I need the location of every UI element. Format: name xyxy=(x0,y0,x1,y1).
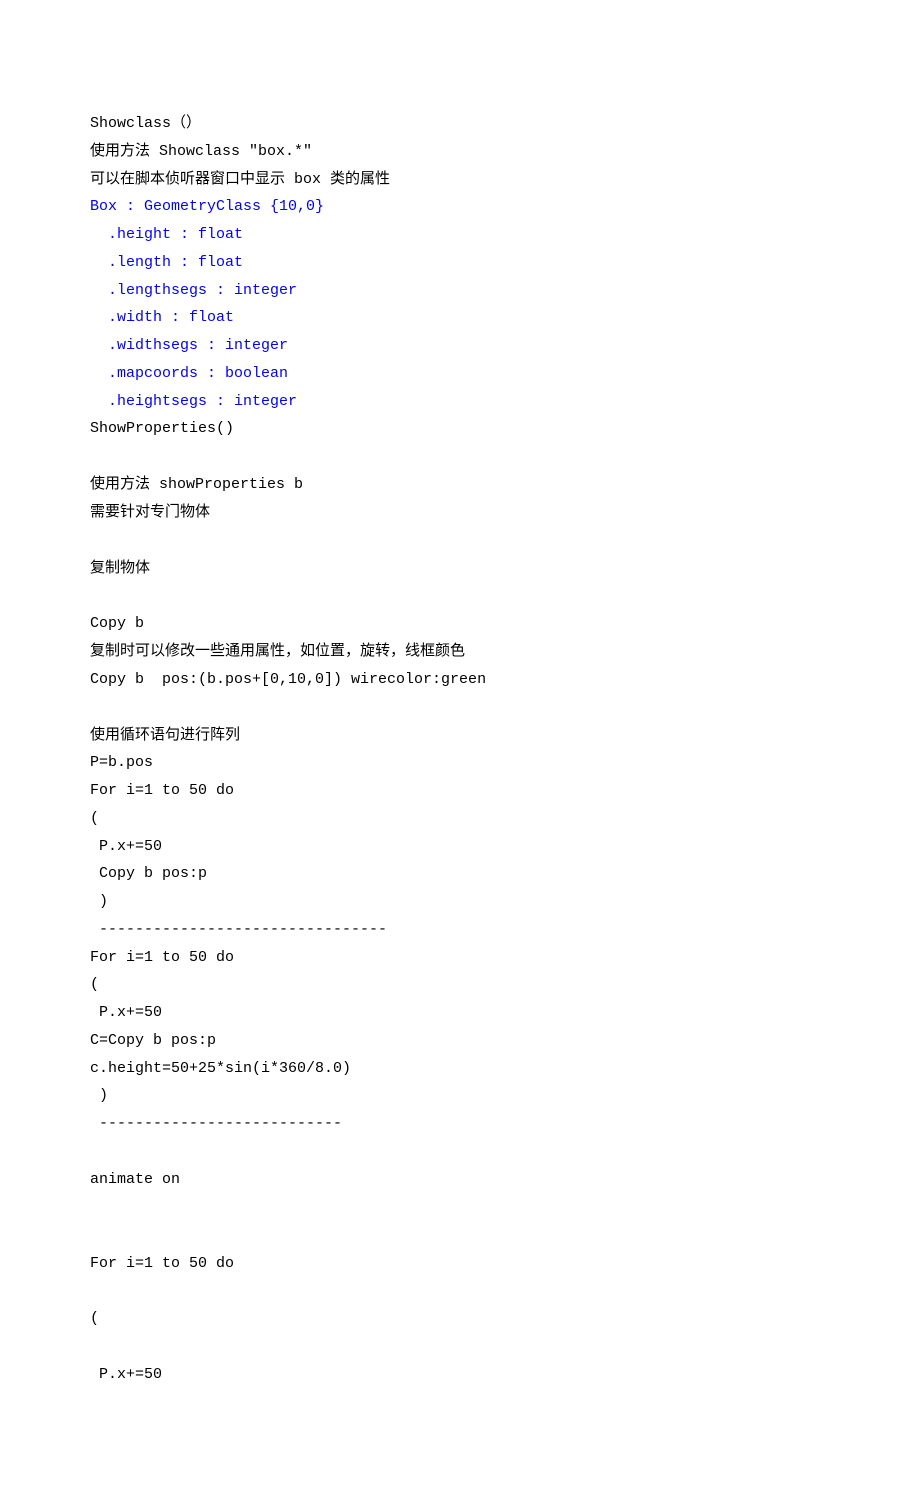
code-line: animate on xyxy=(90,1166,830,1194)
blank-line xyxy=(90,443,830,471)
code-line: P.x+=50 xyxy=(90,999,830,1027)
code-line: ) xyxy=(90,1082,830,1110)
code-line: ShowProperties() xyxy=(90,415,830,443)
text-line: 使用循环语句进行阵列 xyxy=(90,722,830,750)
code-line: For i=1 to 50 do xyxy=(90,777,830,805)
code-line: C=Copy b pos:p xyxy=(90,1027,830,1055)
code-line: Copy b pos:(b.pos+[0,10,0]) wirecolor:gr… xyxy=(90,666,830,694)
code-line: P.x+=50 xyxy=(90,1361,830,1389)
output-line: .mapcoords : boolean xyxy=(90,360,830,388)
output-line: .width : float xyxy=(90,304,830,332)
code-line: Copy b xyxy=(90,610,830,638)
text-line: 复制时可以修改一些通用属性，如位置，旋转，线框颜色 xyxy=(90,638,830,666)
code-line: ( xyxy=(90,805,830,833)
code-line: ( xyxy=(90,971,830,999)
blank-line xyxy=(90,1222,830,1250)
code-line: ( xyxy=(90,1305,830,1333)
output-line: .height : float xyxy=(90,221,830,249)
output-line: Box : GeometryClass {10,0} xyxy=(90,193,830,221)
code-line: Copy b pos:p xyxy=(90,860,830,888)
code-line: For i=1 to 50 do xyxy=(90,1250,830,1278)
blank-line xyxy=(90,1277,830,1305)
output-line: .lengthsegs : integer xyxy=(90,277,830,305)
output-line: .length : float xyxy=(90,249,830,277)
text-line: 可以在脚本侦听器窗口中显示 box 类的属性 xyxy=(90,166,830,194)
output-line: .widthsegs : integer xyxy=(90,332,830,360)
code-line: -------------------------------- xyxy=(90,916,830,944)
code-line: P=b.pos xyxy=(90,749,830,777)
blank-line xyxy=(90,694,830,722)
text-line: 使用方法 Showclass "box.*" xyxy=(90,138,830,166)
blank-line xyxy=(90,1333,830,1361)
blank-line xyxy=(90,1194,830,1222)
code-line: For i=1 to 50 do xyxy=(90,944,830,972)
text-line: 复制物体 xyxy=(90,555,830,583)
code-line: Showclass（） xyxy=(90,110,830,138)
code-line: c.height=50+25*sin(i*360/8.0) xyxy=(90,1055,830,1083)
code-line: ) xyxy=(90,888,830,916)
code-line: --------------------------- xyxy=(90,1110,830,1138)
text-line: 需要针对专门物体 xyxy=(90,499,830,527)
output-line: .heightsegs : integer xyxy=(90,388,830,416)
text-line: 使用方法 showProperties b xyxy=(90,471,830,499)
blank-line xyxy=(90,582,830,610)
code-line: P.x+=50 xyxy=(90,833,830,861)
blank-line xyxy=(90,527,830,555)
blank-line xyxy=(90,1138,830,1166)
